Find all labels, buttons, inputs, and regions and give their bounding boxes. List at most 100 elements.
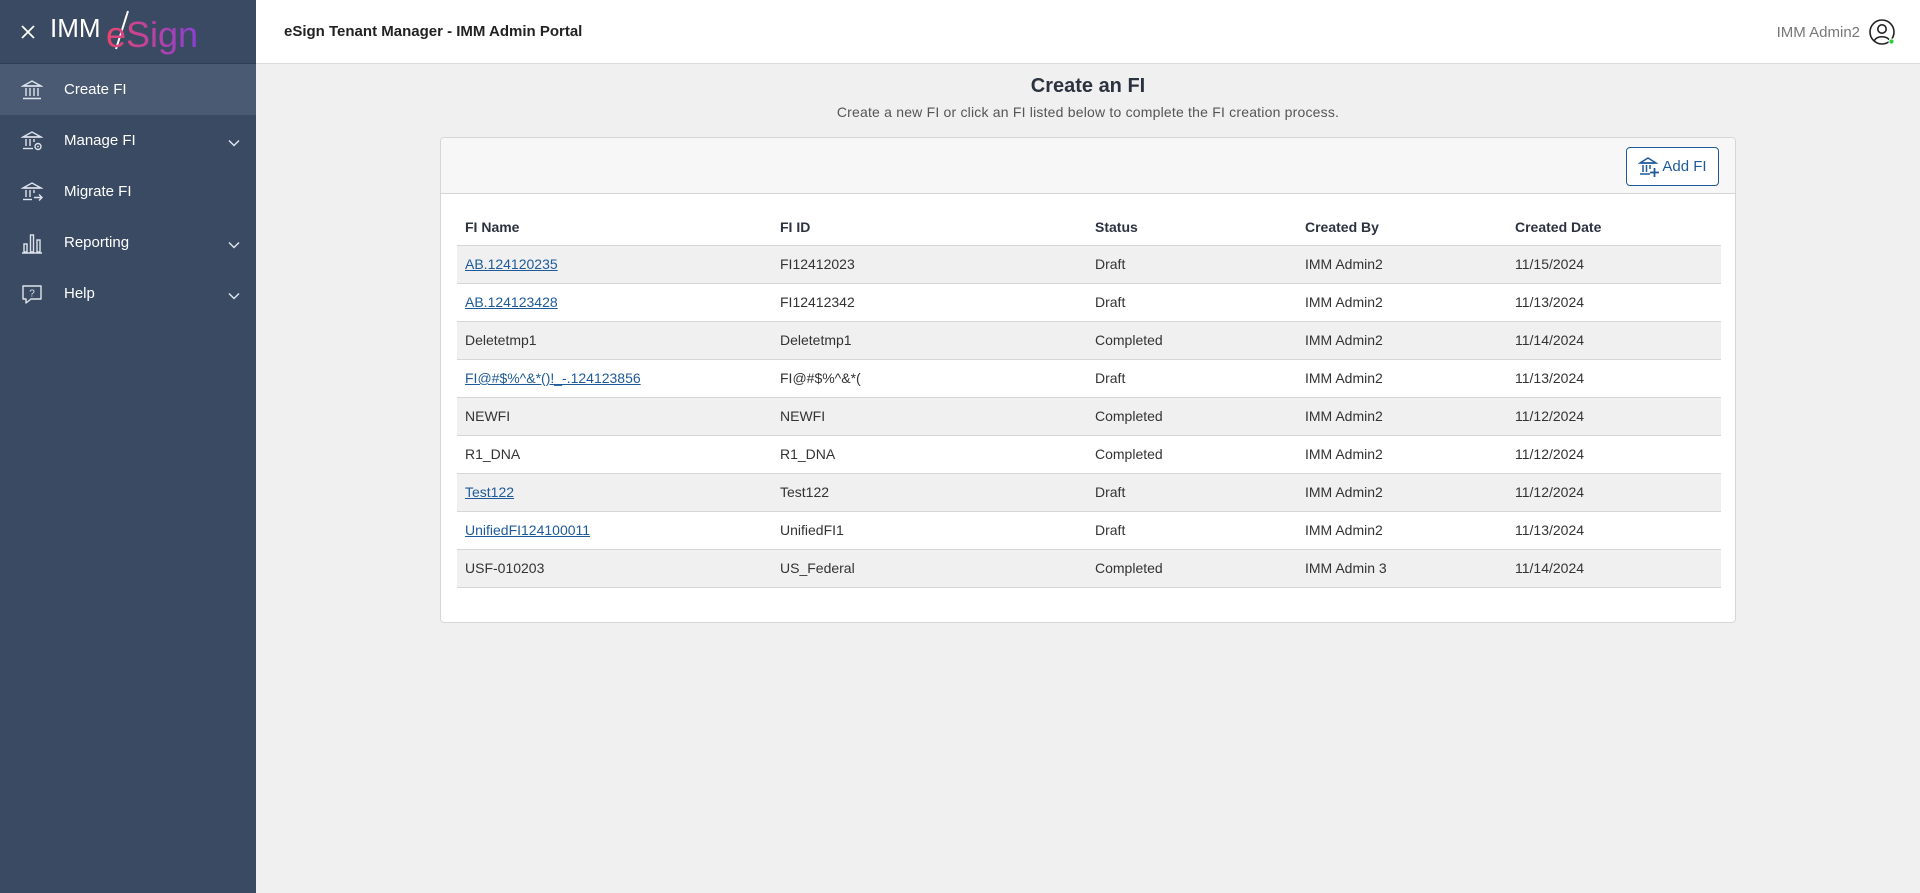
cell-fi-id: FI@#$%^&*(	[772, 359, 1087, 398]
card-toolbar: Add FI	[441, 138, 1735, 194]
cell-fi-name: FI@#$%^&*()!_-.124123856	[457, 359, 772, 398]
fi-name-link[interactable]: Test122	[465, 484, 514, 500]
column-header-status[interactable]: Status	[1087, 210, 1297, 246]
column-header-fi-name[interactable]: FI Name	[457, 210, 772, 246]
sidebar-item-label: Create FI	[64, 81, 127, 98]
sidebar-nav: Create FI Manage FI Migrate FI Reporting? He…	[0, 64, 256, 319]
column-header-created-by[interactable]: Created By	[1297, 210, 1507, 246]
cell-status: Completed	[1087, 397, 1297, 436]
sidebar-item-migrate-fi[interactable]: Migrate FI	[0, 166, 256, 217]
cell-created-by: IMM Admin2	[1297, 511, 1507, 550]
cell-fi-id: FI12412342	[772, 283, 1087, 322]
add-fi-label: Add FI	[1662, 158, 1707, 175]
top-bar: eSign Tenant Manager - IMM Admin Portal …	[256, 0, 1920, 64]
sidebar-item-label: Manage FI	[64, 132, 136, 149]
cell-fi-id: NEWFI	[772, 397, 1087, 436]
fi-name-link[interactable]: UnifiedFI124100011	[465, 522, 590, 538]
cell-created-date: 11/12/2024	[1507, 473, 1721, 512]
cell-created-date: 11/13/2024	[1507, 511, 1721, 550]
cell-fi-name: AB.124123428	[457, 283, 772, 322]
cell-created-date: 11/12/2024	[1507, 435, 1721, 474]
app-title: eSign Tenant Manager - IMM Admin Portal	[284, 23, 583, 40]
sidebar-item-reporting[interactable]: Reporting	[0, 217, 256, 268]
cell-fi-name: NEWFI	[457, 397, 772, 436]
table-row[interactable]: Test122 Test122 Draft IMM Admin2 11/12/2024	[457, 473, 1721, 512]
cell-fi-id: UnifiedFI1	[772, 511, 1087, 550]
cell-created-by: IMM Admin2	[1297, 283, 1507, 322]
cell-status: Completed	[1087, 321, 1297, 360]
cell-created-by: IMM Admin2	[1297, 359, 1507, 398]
column-header-fi-id[interactable]: FI ID	[772, 210, 1087, 246]
cell-fi-id: Test122	[772, 473, 1087, 512]
sidebar-item-label: Reporting	[64, 234, 130, 251]
cell-created-by: IMM Admin2	[1297, 245, 1507, 284]
fi-table: FI Name FI ID Status Created By Created …	[457, 210, 1721, 588]
table-row: Deletetmp1 Deletetmp1 Completed IMM Admin2 1…	[457, 321, 1721, 360]
cell-created-date: 11/14/2024	[1507, 321, 1721, 360]
svg-text:?: ?	[29, 288, 35, 299]
page-title: Create an FI	[1030, 75, 1146, 97]
cell-fi-name: Test122	[457, 473, 772, 512]
main-content: Create an FI Create a new FI or click an…	[256, 64, 1920, 893]
cell-status: Draft	[1087, 359, 1297, 398]
sidebar: IMM eSign Create FI Manage FI Migrate FI Re…	[0, 0, 256, 893]
sidebar-item-manage-fi[interactable]: Manage FI	[0, 115, 256, 166]
user-avatar-icon	[1869, 19, 1895, 45]
close-menu-button[interactable]	[18, 22, 38, 42]
online-status-dot	[1888, 38, 1895, 45]
close-icon	[21, 24, 35, 39]
user-menu[interactable]: IMM Admin2	[1777, 18, 1896, 46]
cell-fi-name: R1_DNA	[457, 435, 772, 474]
bar-chart-icon	[20, 231, 44, 255]
sidebar-item-label: Help	[64, 285, 95, 302]
bank-settings-icon	[20, 129, 44, 153]
table-row[interactable]: FI@#$%^&*()!_-.124123856 FI@#$%^&*(Draft I…	[457, 359, 1721, 398]
cell-fi-name: USF-010203	[457, 549, 772, 588]
cell-created-date: 11/12/2024	[1507, 397, 1721, 436]
bank-icon	[20, 78, 44, 102]
chevron-down-icon	[228, 134, 240, 152]
fi-name-link[interactable]: AB.124120235	[465, 256, 558, 272]
cell-created-by: IMM Admin2	[1297, 473, 1507, 512]
sidebar-header: IMM eSign	[0, 0, 256, 64]
cell-status: Draft	[1087, 473, 1297, 512]
chevron-down-icon	[228, 236, 240, 254]
table-row[interactable]: AB.124120235 FI12412023 Draft IMM Admin2 11/…	[457, 245, 1721, 284]
add-fi-button[interactable]: Add FI	[1626, 147, 1719, 186]
fi-name-link[interactable]: FI@#$%^&*()!_-.124123856	[465, 370, 641, 386]
sidebar-item-create-fi[interactable]: Create FI	[0, 64, 256, 115]
sidebar-item-help[interactable]: ? Help	[0, 268, 256, 319]
sidebar-item-label: Migrate FI	[64, 183, 132, 200]
chevron-down-icon	[228, 287, 240, 305]
table-row: R1_DNA R1_DNA Completed IMM Admin2 11/12/202…	[457, 435, 1721, 474]
cell-status: Draft	[1087, 245, 1297, 284]
table-row[interactable]: AB.124123428 FI12412342 Draft IMM Admin2 11/…	[457, 283, 1721, 322]
cell-created-date: 11/13/2024	[1507, 283, 1721, 322]
logo-text-imm: IMM	[50, 13, 101, 43]
cell-created-by: IMM Admin2	[1297, 397, 1507, 436]
cell-fi-id: US_Federal	[772, 549, 1087, 588]
cell-fi-id: FI12412023	[772, 245, 1087, 284]
user-name: IMM Admin2	[1776, 23, 1860, 41]
page-subtitle: Create a new FI or click an FI listed be…	[836, 104, 1340, 120]
fi-name-link[interactable]: AB.124123428	[465, 294, 558, 310]
cell-fi-name: UnifiedFI124100011	[457, 511, 772, 550]
cell-fi-name: Deletetmp1	[457, 321, 772, 360]
cell-status: Completed	[1087, 435, 1297, 474]
cell-created-date: 11/13/2024	[1507, 359, 1721, 398]
cell-fi-id: Deletetmp1	[772, 321, 1087, 360]
fi-table-body: AB.124120235 FI12412023 Draft IMM Admin2 11/…	[457, 245, 1721, 588]
table-header-row: FI Name FI ID Status Created By Created …	[457, 210, 1721, 246]
help-icon: ?	[20, 282, 44, 306]
cell-created-date: 11/15/2024	[1507, 245, 1721, 284]
table-row: USF-010203 US_Federal Completed IMM Admin 3…	[457, 549, 1721, 588]
column-header-created-date[interactable]: Created Date	[1507, 210, 1721, 246]
imm-esign-logo: IMM eSign	[50, 7, 210, 57]
cell-created-by: IMM Admin2	[1297, 321, 1507, 360]
table-row[interactable]: UnifiedFI124100011 UnifiedFI1 Draft IMM Adm…	[457, 511, 1721, 550]
table-row: NEWFI NEWFI Completed IMM Admin2 11/12/2024	[457, 397, 1721, 436]
fi-list-card: Add FI FI Name FI ID Status Created By C…	[440, 137, 1736, 623]
cell-status: Completed	[1087, 549, 1297, 588]
cell-fi-name: AB.124120235	[457, 245, 772, 284]
bank-migrate-icon	[20, 180, 44, 204]
